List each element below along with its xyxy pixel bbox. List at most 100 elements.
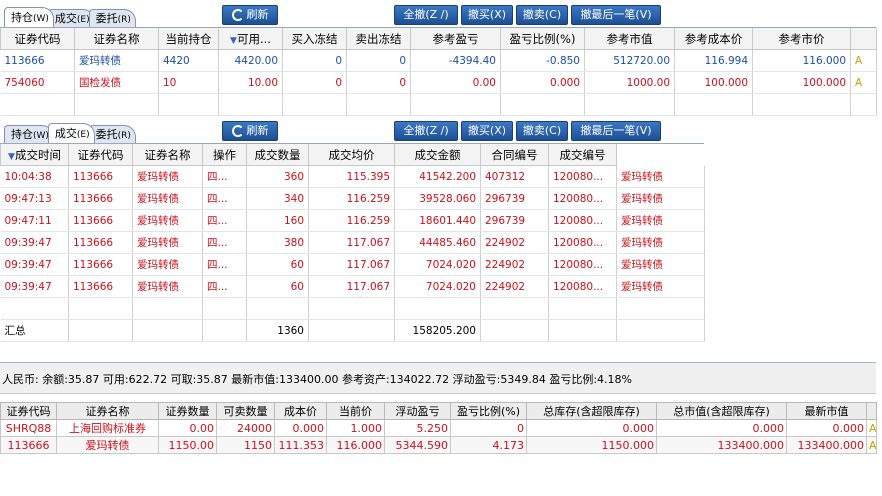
- cell-code: SHRQ88: [0, 419, 57, 437]
- table-row[interactable]: 754060 国检发债 10 10.00 0 0 0.00 0.000 1000…: [0, 71, 877, 94]
- cell-qty: 340: [246, 187, 309, 210]
- cell-extra: 爱玛转债: [616, 231, 705, 254]
- tab-trades[interactable]: 成交(E): [47, 123, 95, 143]
- table-row[interactable]: 09:39:47 113666 爱玛转债 四... 60 117.067 7024.020 2…: [0, 253, 705, 276]
- column-header[interactable]: 合同编号: [480, 144, 549, 166]
- column-header[interactable]: 当前价: [326, 402, 385, 420]
- cancel-last-button[interactable]: 撤最后一笔(V): [571, 121, 661, 141]
- cancel-buy-button[interactable]: 撤买(X): [461, 121, 513, 141]
- column-header[interactable]: 可卖数量: [216, 402, 275, 420]
- cancel-buy-button[interactable]: 撤买(X): [461, 5, 513, 25]
- cell-extra: A: [850, 49, 877, 72]
- cell-amount: 41542.200: [394, 165, 481, 188]
- cell-qty: 160: [246, 209, 309, 232]
- tab-holdings[interactable]: 持仓(W): [4, 7, 54, 27]
- cell-avg-price: 115.395: [308, 165, 395, 188]
- tab-holdings[interactable]: 持仓(W): [4, 125, 54, 143]
- column-header[interactable]: 证券名称: [74, 28, 159, 50]
- tab-orders[interactable]: 委托(R): [88, 125, 136, 143]
- column-header-label: 可用...: [236, 31, 271, 46]
- column-header[interactable]: 总市值(含超限库存): [656, 402, 787, 420]
- column-header-sorted[interactable]: ▼可用...: [218, 28, 283, 50]
- column-header[interactable]: 成交金额: [394, 144, 481, 166]
- cell-code: 113666: [68, 275, 133, 298]
- button-label: 撤卖(C): [522, 124, 562, 137]
- trade-rows: 10:04:38 113666 爱玛转债 四... 360 115.395 41542.20…: [0, 165, 705, 298]
- column-header[interactable]: 证券名称: [56, 402, 159, 420]
- column-header[interactable]: 证券代码: [68, 144, 133, 166]
- table-row[interactable]: 10:04:38 113666 爱玛转债 四... 360 115.395 41542.20…: [0, 165, 705, 188]
- table-row[interactable]: 09:47:13 113666 爱玛转债 四... 340 116.259 39528.06…: [0, 187, 705, 210]
- cell-time: 09:47:11: [0, 209, 69, 232]
- account-summary-bar: 人民币: 余额:35.87 可用:622.72 可取:35.87 最新市值:13…: [0, 362, 876, 394]
- column-header[interactable]: 总库存(含超限库存): [526, 402, 657, 420]
- cell-name: 爱玛转债: [74, 49, 159, 72]
- column-header[interactable]: 参考市值: [584, 28, 675, 50]
- cell-total-value: 133400.000: [656, 436, 787, 454]
- tab-label: 委托: [95, 128, 118, 141]
- cell-sell-frozen: 0: [346, 49, 411, 72]
- cell-code: 113666: [68, 231, 133, 254]
- cell-pnl: 5344.590: [384, 436, 451, 454]
- cancel-sell-button[interactable]: 撤卖(C): [516, 121, 568, 141]
- cancel-all-button[interactable]: 全撤(Z /): [394, 5, 458, 25]
- tab-trades[interactable]: 成交(E): [47, 9, 95, 27]
- cancel-all-button[interactable]: 全撤(Z /): [394, 121, 458, 141]
- table-row[interactable]: 09:47:11 113666 爱玛转债 四... 160 116.259 18601.44…: [0, 209, 705, 232]
- cell-code: 113666: [68, 209, 133, 232]
- column-header[interactable]: 当前持仓: [158, 28, 219, 50]
- cell-market-value: 1000.00: [584, 71, 675, 94]
- column-header-sorted[interactable]: ▼成交时间: [0, 144, 69, 166]
- cell-qty: 0.00: [158, 419, 217, 437]
- button-label: 撤买(X): [467, 124, 507, 137]
- total-qty: 1360: [246, 319, 309, 342]
- cancel-sell-button[interactable]: 撤卖(C): [516, 5, 568, 25]
- table-row[interactable]: 113666 爱玛转债 4420 4420.00 0 0 -4394.40 -0…: [0, 49, 877, 72]
- refresh-button[interactable]: 刷新: [222, 5, 278, 25]
- cell-latest: 133400.000: [786, 436, 867, 454]
- total-label: 汇总: [0, 319, 69, 342]
- table-row[interactable]: 09:39:47 113666 爱玛转债 四... 60 117.067 7024.020 2…: [0, 275, 705, 298]
- refresh-button[interactable]: 刷新: [222, 121, 278, 141]
- cell-pnl: 0.00: [410, 71, 501, 94]
- column-header[interactable]: 最新市值: [786, 402, 867, 420]
- column-header[interactable]: 浮动盈亏: [384, 402, 451, 420]
- column-header[interactable]: 证券名称: [132, 144, 203, 166]
- tab-orders[interactable]: 委托(R): [88, 9, 136, 27]
- cell-op: 四...: [202, 209, 247, 232]
- column-header[interactable]: 参考盈亏: [410, 28, 501, 50]
- column-header[interactable]: 参考市价: [752, 28, 851, 50]
- column-header[interactable]: 操作: [202, 144, 247, 166]
- cell-cost: 0.000: [274, 419, 327, 437]
- button-label: 刷新: [246, 124, 269, 137]
- cell-time: 09:47:13: [0, 187, 69, 210]
- table-row[interactable]: SHRQ88 上海回购标准券 0.00 24000 0.000 1.000 5.…: [0, 419, 877, 437]
- refresh-icon: [231, 125, 244, 137]
- cell-qty: 380: [246, 231, 309, 254]
- cell-op: 四...: [202, 275, 247, 298]
- tab-label: 持仓: [11, 11, 33, 24]
- column-header[interactable]: 盈亏比例(%): [450, 402, 527, 420]
- cell-contract: 296739: [480, 209, 549, 232]
- column-header[interactable]: 证券代码: [0, 402, 57, 420]
- column-header[interactable]: 成交数量: [246, 144, 309, 166]
- table-row[interactable]: 113666 爱玛转债 1150.00 1150 111.353 116.000…: [0, 436, 877, 454]
- column-header[interactable]: 成本价: [274, 402, 327, 420]
- positions-table: 证券代码 证券名称 证券数量 可卖数量 成本价 当前价 浮动盈亏 盈亏比例(%)…: [0, 402, 877, 454]
- column-header[interactable]: 成交均价: [308, 144, 395, 166]
- column-header[interactable]: 参考成本价: [674, 28, 753, 50]
- cancel-last-button[interactable]: 撤最后一笔(V): [571, 5, 661, 25]
- middle-tabbar: 持仓(W) 成交(E) 委托(R): [4, 123, 136, 143]
- column-header[interactable]: 证券数量: [158, 402, 217, 420]
- column-header[interactable]: 盈亏比例(%): [500, 28, 585, 50]
- table-row[interactable]: 09:39:47 113666 爱玛转债 四... 380 117.067 44485.46…: [0, 231, 705, 254]
- cell-extra: 爱玛转债: [616, 187, 705, 210]
- column-header[interactable]: 买入冻结: [282, 28, 347, 50]
- cell-op: 四...: [202, 187, 247, 210]
- cell-pnl: 5.250: [384, 419, 451, 437]
- trades-table: ▼成交时间 证券代码 证券名称 操作 成交数量 成交均价 成交金额 合同编号 成…: [0, 144, 705, 342]
- column-header[interactable]: 卖出冻结: [346, 28, 411, 50]
- column-header[interactable]: 成交编号: [548, 144, 617, 166]
- column-header[interactable]: 证券代码: [0, 28, 75, 50]
- cell-code: 113666: [68, 187, 133, 210]
